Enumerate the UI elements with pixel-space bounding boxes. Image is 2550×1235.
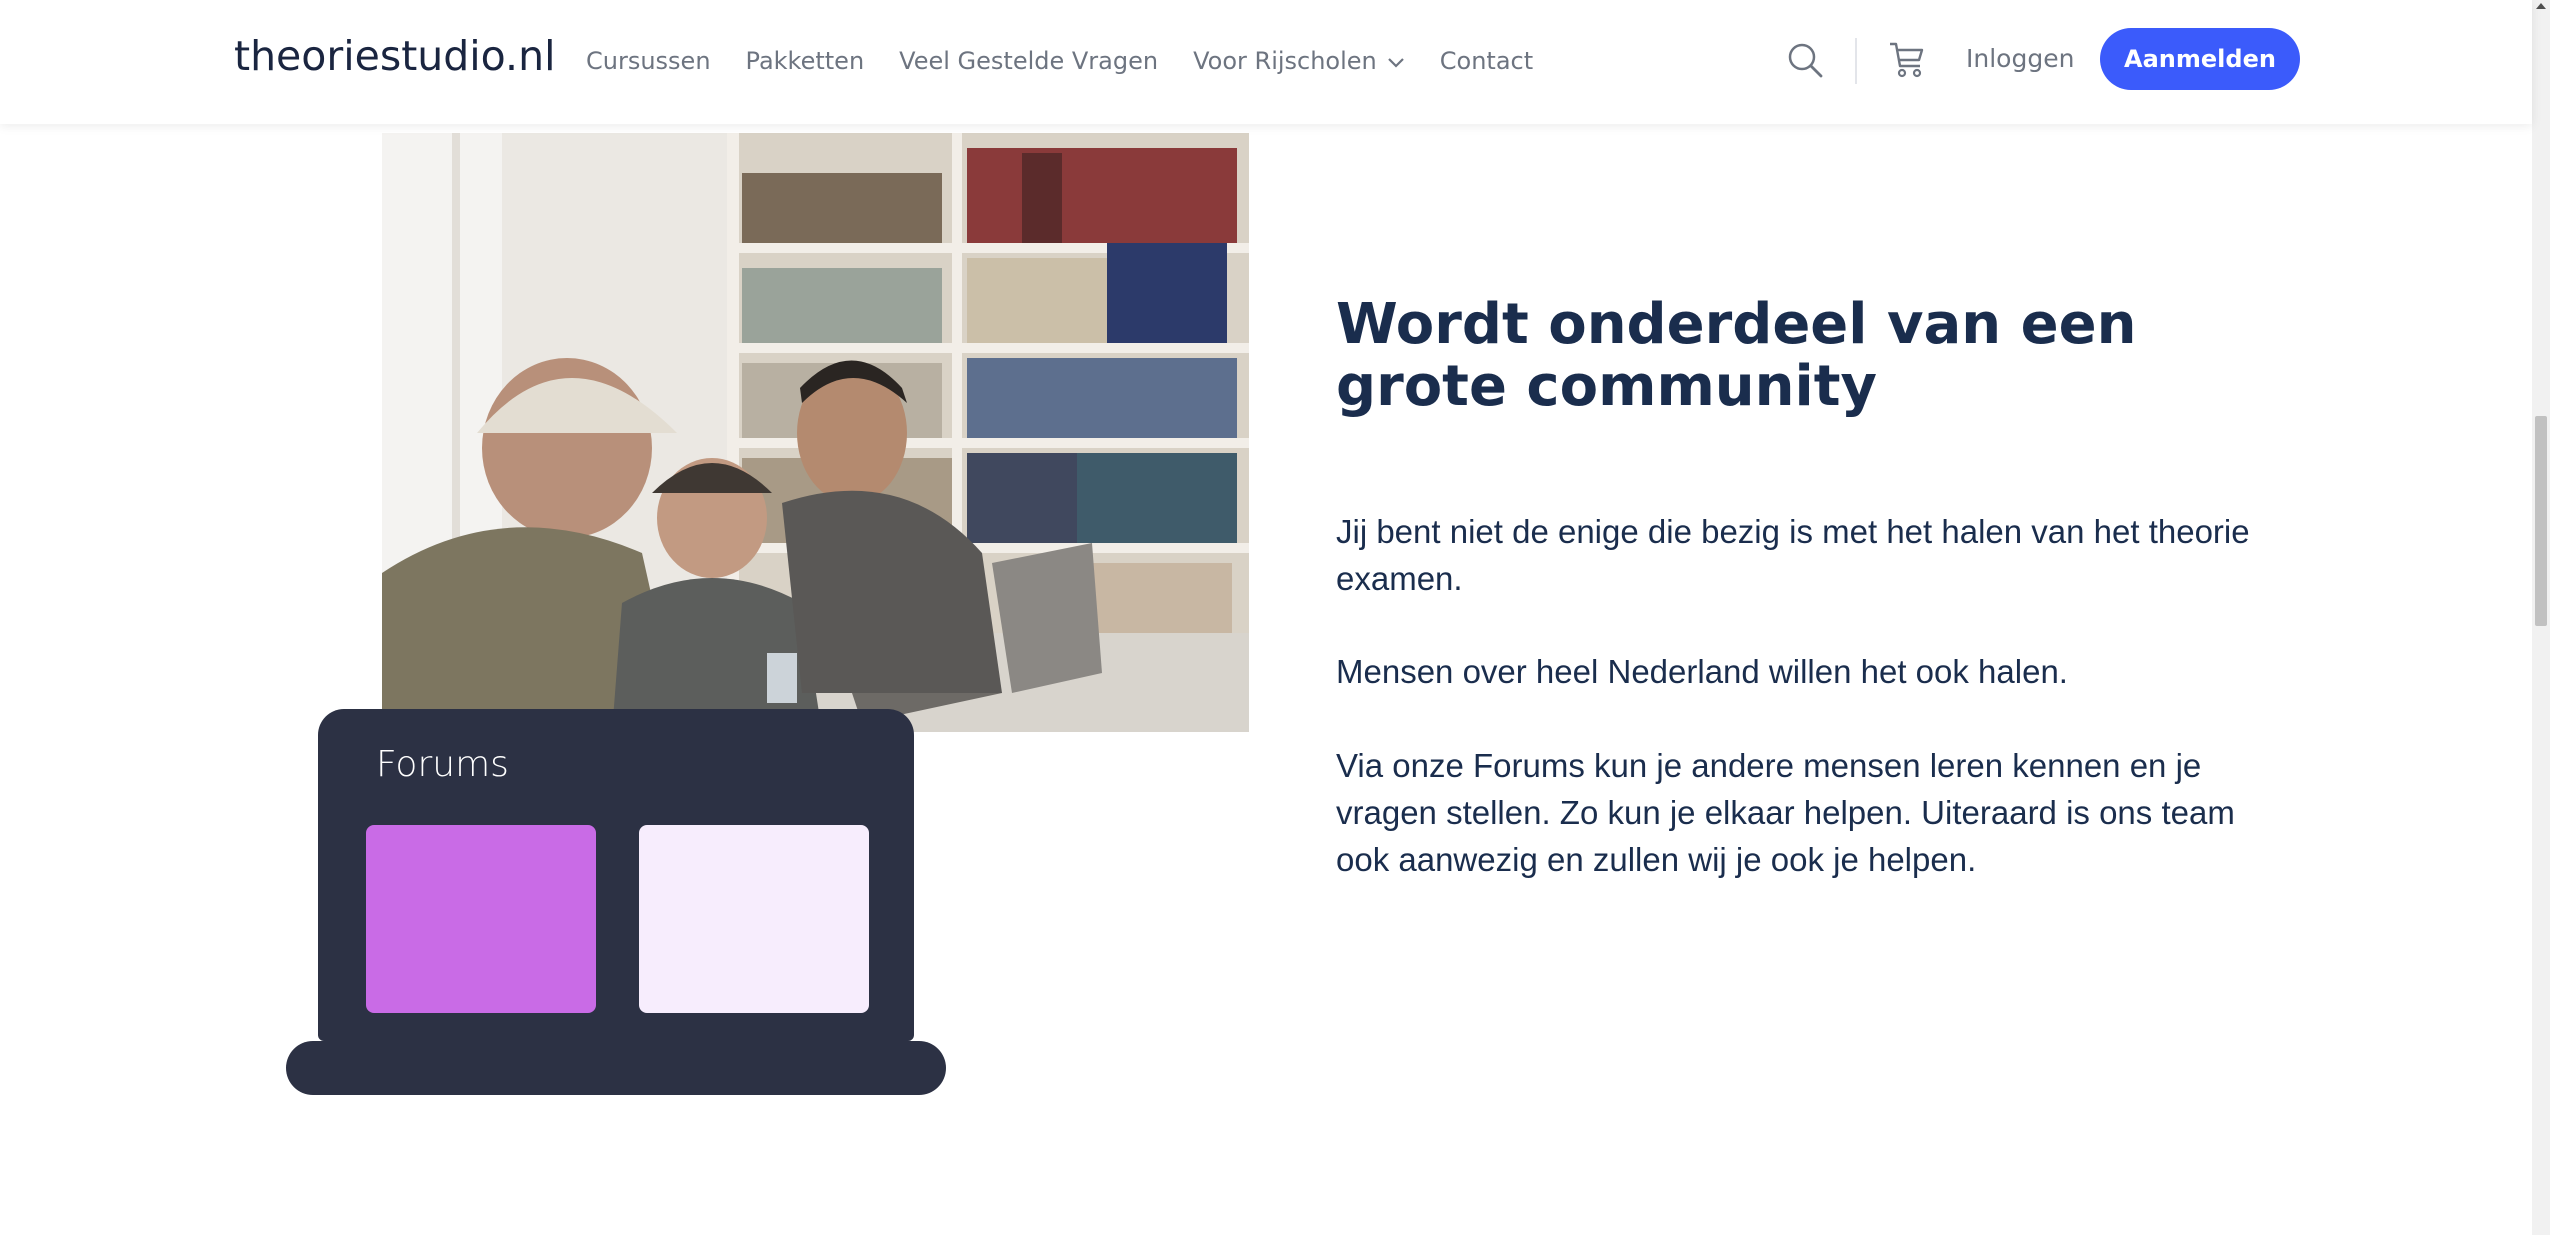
forums-title: Forums (376, 744, 509, 785)
nav-label: Pakketten (745, 47, 865, 75)
nav-item-voor-rijscholen[interactable]: Voor Rijscholen (1193, 47, 1405, 75)
paragraph-2: Mensen over heel Nederland willen het oo… (1336, 653, 2068, 690)
forums-laptop-base (286, 1041, 946, 1095)
scrollbar-thumb[interactable] (2535, 416, 2547, 626)
nav-item-contact[interactable]: Contact (1440, 47, 1533, 75)
site-logo[interactable]: theoriestudio.nl (234, 32, 555, 80)
nav-label: Voor Rijscholen (1193, 47, 1377, 75)
site-header: theoriestudio.nl Cursussen Pakketten Vee… (0, 0, 2532, 124)
nav-label: Cursussen (586, 47, 711, 75)
scroll-up-arrow[interactable] (2536, 3, 2546, 9)
community-photo (382, 133, 1249, 732)
main-nav: Cursussen Pakketten Veel Gestelde Vragen… (586, 44, 1568, 78)
header-divider (1855, 38, 1857, 84)
nav-label: Contact (1439, 47, 1534, 75)
nav-label: Veel Gestelde Vragen (899, 47, 1159, 75)
paragraph-3: Via onze Forums kun je andere mensen ler… (1336, 747, 2235, 878)
search-icon[interactable] (1787, 42, 1825, 85)
cart-icon[interactable] (1888, 40, 1926, 85)
login-link[interactable]: Inloggen (1966, 44, 2074, 73)
nav-item-cursussen[interactable]: Cursussen (586, 47, 711, 75)
nav-item-faq[interactable]: Veel Gestelde Vragen (899, 47, 1158, 75)
section-heading: Wordt onderdeel van een grote community (1336, 292, 2137, 419)
nav-item-pakketten[interactable]: Pakketten (746, 47, 865, 75)
chevron-down-icon (1387, 47, 1405, 75)
paragraph-1: Jij bent niet de enige die bezig is met … (1336, 513, 2250, 597)
forum-card-light (639, 825, 869, 1013)
forum-card-purple (366, 825, 596, 1013)
signup-button[interactable]: Aanmelden (2100, 28, 2300, 90)
